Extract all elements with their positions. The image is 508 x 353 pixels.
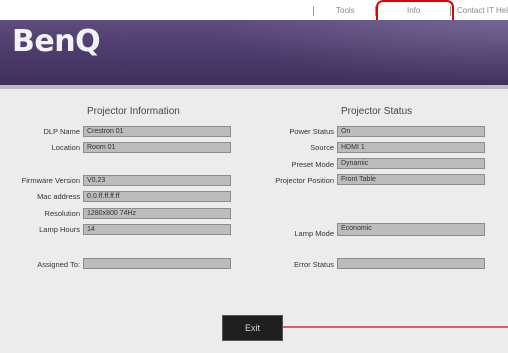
nav-tools-link[interactable]: Tools bbox=[336, 6, 355, 15]
source-field: HDMI 1 bbox=[337, 142, 485, 153]
lamp-hours-field: 14 bbox=[83, 224, 231, 235]
mac-address-label: Mac address bbox=[37, 192, 80, 201]
source-label: Source bbox=[310, 143, 334, 152]
nav-separator bbox=[313, 6, 314, 16]
assigned-to-label: Assigned To: bbox=[37, 260, 80, 269]
projector-position-label: Projector Position bbox=[275, 176, 334, 185]
location-field: Room 01 bbox=[83, 142, 231, 153]
mac-address-field: 0.0.ff.ff.ff.ff bbox=[83, 191, 231, 202]
firmware-version-label: Firmware Version bbox=[21, 176, 80, 185]
dlp-name-field: Crestron 01 bbox=[83, 126, 231, 137]
power-status-field: On bbox=[337, 126, 485, 137]
header-banner: BenQ bbox=[0, 20, 508, 85]
benq-logo: BenQ bbox=[12, 24, 101, 59]
banner-decoration bbox=[208, 20, 508, 85]
assigned-to-field[interactable] bbox=[83, 258, 231, 269]
firmware-version-field: V0.23 bbox=[83, 175, 231, 186]
nav-contact-link[interactable]: Contact IT Help bbox=[457, 6, 508, 15]
resolution-field: 1280x800 74Hz bbox=[83, 208, 231, 219]
exit-button[interactable]: Exit bbox=[222, 315, 283, 341]
projector-position-field: Front Table bbox=[337, 174, 485, 185]
projector-information-heading: Projector Information bbox=[87, 106, 180, 117]
exit-pointer-annotation bbox=[283, 326, 508, 328]
error-status-label: Error Status bbox=[293, 260, 334, 269]
power-status-label: Power Status bbox=[289, 127, 334, 136]
preset-mode-field: Dynamic bbox=[337, 158, 485, 169]
preset-mode-label: Preset Mode bbox=[291, 160, 334, 169]
lamp-mode-field: Economic bbox=[337, 223, 485, 236]
projector-status-heading: Projector Status bbox=[341, 106, 413, 117]
location-label: Location bbox=[51, 143, 80, 152]
resolution-label: Resolution bbox=[44, 209, 80, 218]
lamp-hours-label: Lamp Hours bbox=[39, 225, 80, 234]
error-status-field bbox=[337, 258, 485, 269]
dlp-name-label: DLP Name bbox=[43, 127, 80, 136]
lamp-mode-label: Lamp Mode bbox=[294, 229, 334, 238]
